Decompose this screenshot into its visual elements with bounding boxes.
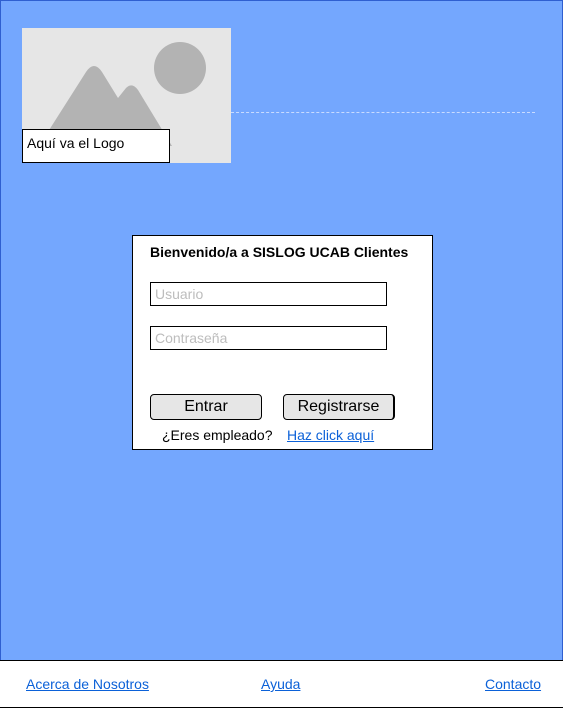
- login-card: Bienvenido/a a SISLOG UCAB Clientes Entr…: [132, 235, 433, 450]
- footer-help-link[interactable]: Ayuda: [261, 676, 300, 692]
- employee-login-link[interactable]: Haz click aquí: [287, 427, 374, 443]
- password-input[interactable]: [150, 326, 387, 350]
- welcome-title: Bienvenido/a a SISLOG UCAB Clientes: [150, 244, 409, 260]
- footer-about-link[interactable]: Acerca de Nosotros: [26, 676, 149, 692]
- footer: Acerca de Nosotros Ayuda Contacto: [0, 660, 563, 708]
- login-button[interactable]: Entrar: [150, 394, 262, 420]
- footer-contact-link[interactable]: Contacto: [485, 676, 541, 692]
- logo-caption: Aquí va el Logo: [22, 129, 170, 163]
- username-input[interactable]: [150, 282, 387, 306]
- header-divider: [231, 112, 535, 113]
- employee-question: ¿Eres empleado?: [162, 427, 273, 443]
- register-button[interactable]: Registrarse: [283, 394, 395, 420]
